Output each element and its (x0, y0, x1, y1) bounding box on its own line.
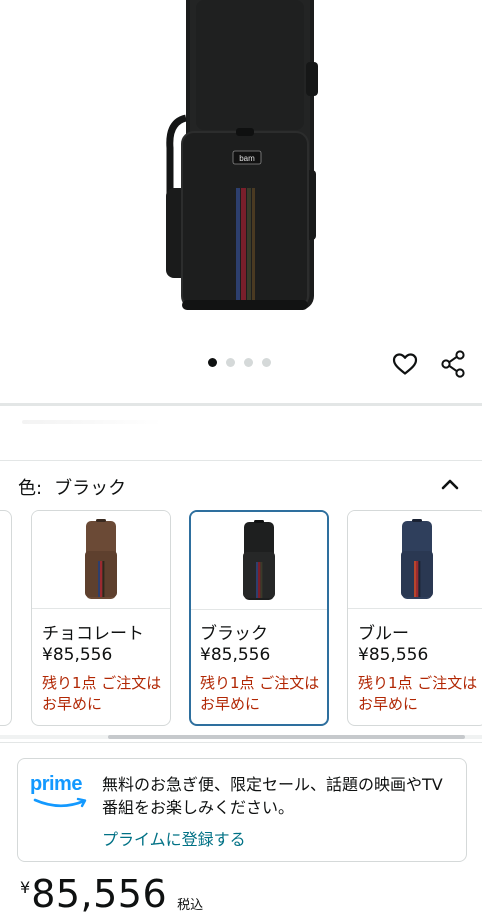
swatch-thumbnail (348, 511, 482, 609)
section-divider (0, 460, 482, 461)
swatch-thumbnail (191, 512, 327, 610)
swatch-price: ¥85,556 (200, 645, 271, 665)
share-button[interactable] (436, 347, 470, 381)
carousel-dot-2[interactable] (226, 358, 235, 367)
price-amount: 85,556 (31, 872, 168, 916)
swatch-name: ブルー (358, 624, 409, 644)
brand-label: bam (239, 154, 255, 163)
prime-promo-box: prime 無料のお急ぎ便、限定セール、話題の映画やTV番組をお楽しみください。… (17, 758, 467, 862)
color-swatch-list: チョコレート ¥85,556 残り1点 ご注文はお早めに ブラック ¥85,55… (0, 510, 482, 728)
color-swatch-offscreen[interactable] (0, 510, 12, 726)
color-swatch-black[interactable]: ブラック ¥85,556 残り1点 ご注文はお早めに (189, 510, 329, 726)
color-label: 色: (18, 478, 43, 499)
currency-symbol: ¥ (20, 878, 31, 897)
faded-text-placeholder (22, 420, 162, 424)
tax-label: 税込 (177, 898, 204, 913)
carousel-dot-1[interactable] (208, 358, 217, 367)
color-selector-header: 色: ブラック (18, 474, 126, 500)
swatch-stock-notice: 残り1点 ご注文はお早めに (200, 674, 320, 713)
prime-signup-link[interactable]: プライムに登録する (102, 826, 246, 850)
color-swatch-chocolate[interactable]: チョコレート ¥85,556 残り1点 ご注文はお早めに (31, 510, 171, 726)
swatch-stock-notice: 残り1点 ご注文はお早めに (358, 674, 478, 713)
swatch-scrollbar[interactable] (108, 735, 465, 739)
prime-logo: prime (30, 773, 92, 813)
swatch-name: チョコレート (42, 624, 144, 644)
swatch-name: ブラック (200, 624, 268, 644)
section-divider (0, 403, 482, 406)
section-divider (0, 742, 482, 743)
price-display: ¥ 85,556 税込 (20, 872, 203, 916)
carousel-dot-4[interactable] (262, 358, 271, 367)
case-thumbnail-icon (401, 519, 433, 599)
swatch-price: ¥85,556 (42, 645, 113, 665)
share-icon (441, 350, 465, 378)
favorite-button[interactable] (388, 347, 422, 381)
heart-icon (392, 353, 418, 375)
carousel-dot-3[interactable] (244, 358, 253, 367)
swatch-thumbnail (32, 511, 170, 609)
selected-color: ブラック (54, 478, 127, 499)
color-swatch-blue[interactable]: ブルー ¥85,556 残り1点 ご注文はお早めに (347, 510, 482, 726)
chevron-up-icon (441, 479, 459, 490)
carousel-dots (208, 358, 271, 367)
case-thumbnail-icon (243, 520, 275, 600)
prime-message: 無料のお急ぎ便、限定セール、話題の映画やTV番組をお楽しみください。 (102, 775, 443, 817)
product-image[interactable]: bam (0, 0, 482, 345)
collapse-button[interactable] (436, 470, 464, 498)
product-case-illustration: bam (166, 0, 318, 310)
prime-wordmark: prime (30, 773, 82, 795)
swatch-price: ¥85,556 (358, 645, 429, 665)
prime-smile-icon (33, 797, 87, 808)
swatch-stock-notice: 残り1点 ご注文はお早めに (42, 674, 162, 713)
case-thumbnail-icon (85, 519, 117, 599)
